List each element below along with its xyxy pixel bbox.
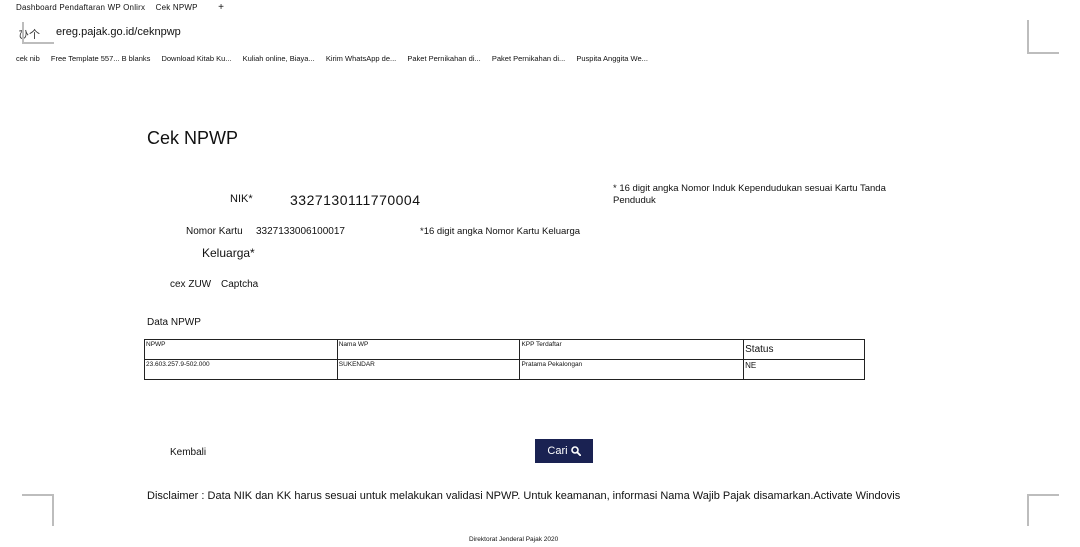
back-link[interactable]: Kembali [170,447,206,458]
bookmark-item[interactable]: Puspita Anggita We... [576,54,648,63]
kk-label: Nomor Kartu [186,226,243,237]
new-tab-button[interactable]: + [218,2,224,13]
column-header-kpp: KPP Terdaftar [519,339,745,360]
search-icon [570,446,581,456]
corner-mark-bottom-left [22,494,54,526]
cell-status: NE [743,359,865,380]
corner-mark-top-right [1027,20,1059,54]
kk-label-continued: Keluarga* [202,246,255,260]
bookmarks-bar: cek nib Free Template 557... B blanks Do… [16,54,657,63]
bookmark-item[interactable]: Free Template 557... B blanks [51,54,151,63]
bookmark-item[interactable]: Paket Pernikahan di... [407,54,480,63]
table-header-row: NPWP Nama WP KPP Terdaftar Status [144,339,865,360]
cell-npwp: 23.603.257.9-502.000 [144,359,338,380]
search-button[interactable]: Cari [535,439,593,463]
data-npwp-title: Data NPWP [147,317,201,328]
captcha-code: cex ZUW [170,279,212,290]
page-title: Cek NPWP [147,128,239,148]
disclaimer-text: Disclaimer : Data NIK dan KK harus sesua… [147,490,901,502]
footer-text: Direktorat Jenderal Pajak 2020 [469,536,559,543]
search-button-label: Cari [547,445,568,457]
npwp-table: NPWP Nama WP KPP Terdaftar Status 23.603… [144,339,865,380]
column-header-status: Status [743,339,865,360]
browser-tab-strip: Dashboard Pendaftaran WP Onlirx Cek NPWP… [16,2,232,13]
bookmark-item[interactable]: cek nib [16,54,40,63]
column-header-npwp: NPWP [144,339,338,360]
nik-input[interactable]: 3327130111770004 [290,192,421,208]
corner-mark-top-left [22,22,54,44]
column-header-nama-wp: Nama WP [336,339,521,360]
cell-nama-wp: SUKENDAR [336,359,521,380]
bookmark-item[interactable]: Kirim WhatsApp de... [326,54,396,63]
bookmark-item[interactable]: Download Kitab Ku... [161,54,231,63]
bookmark-item[interactable]: Kuliah online, Biaya... [243,54,315,63]
corner-mark-bottom-right [1027,494,1059,526]
kk-input[interactable]: 3327133006100017 [256,226,345,237]
nik-hint: * 16 digit angka Nomor Induk Kependuduka… [613,183,886,206]
kk-hint: *16 digit angka Nomor Kartu Keluarga [420,226,581,237]
tab-cek-npwp[interactable]: Cek NPWP [156,3,198,12]
bookmark-item[interactable]: Paket Pernikahan di... [492,54,565,63]
nik-label: NIK* [230,193,253,205]
tab-dashboard-pendaftaran[interactable]: Dashboard Pendaftaran WP Onlirx [16,3,145,12]
address-bar[interactable]: ereg.pajak.go.id/ceknpwp [56,26,181,38]
table-row: 23.603.257.9-502.000 SUKENDAR Pratama Pe… [144,359,865,380]
cell-kpp: Pratama Pekalongan [519,359,745,380]
captcha-input[interactable]: Captcha [221,279,258,290]
